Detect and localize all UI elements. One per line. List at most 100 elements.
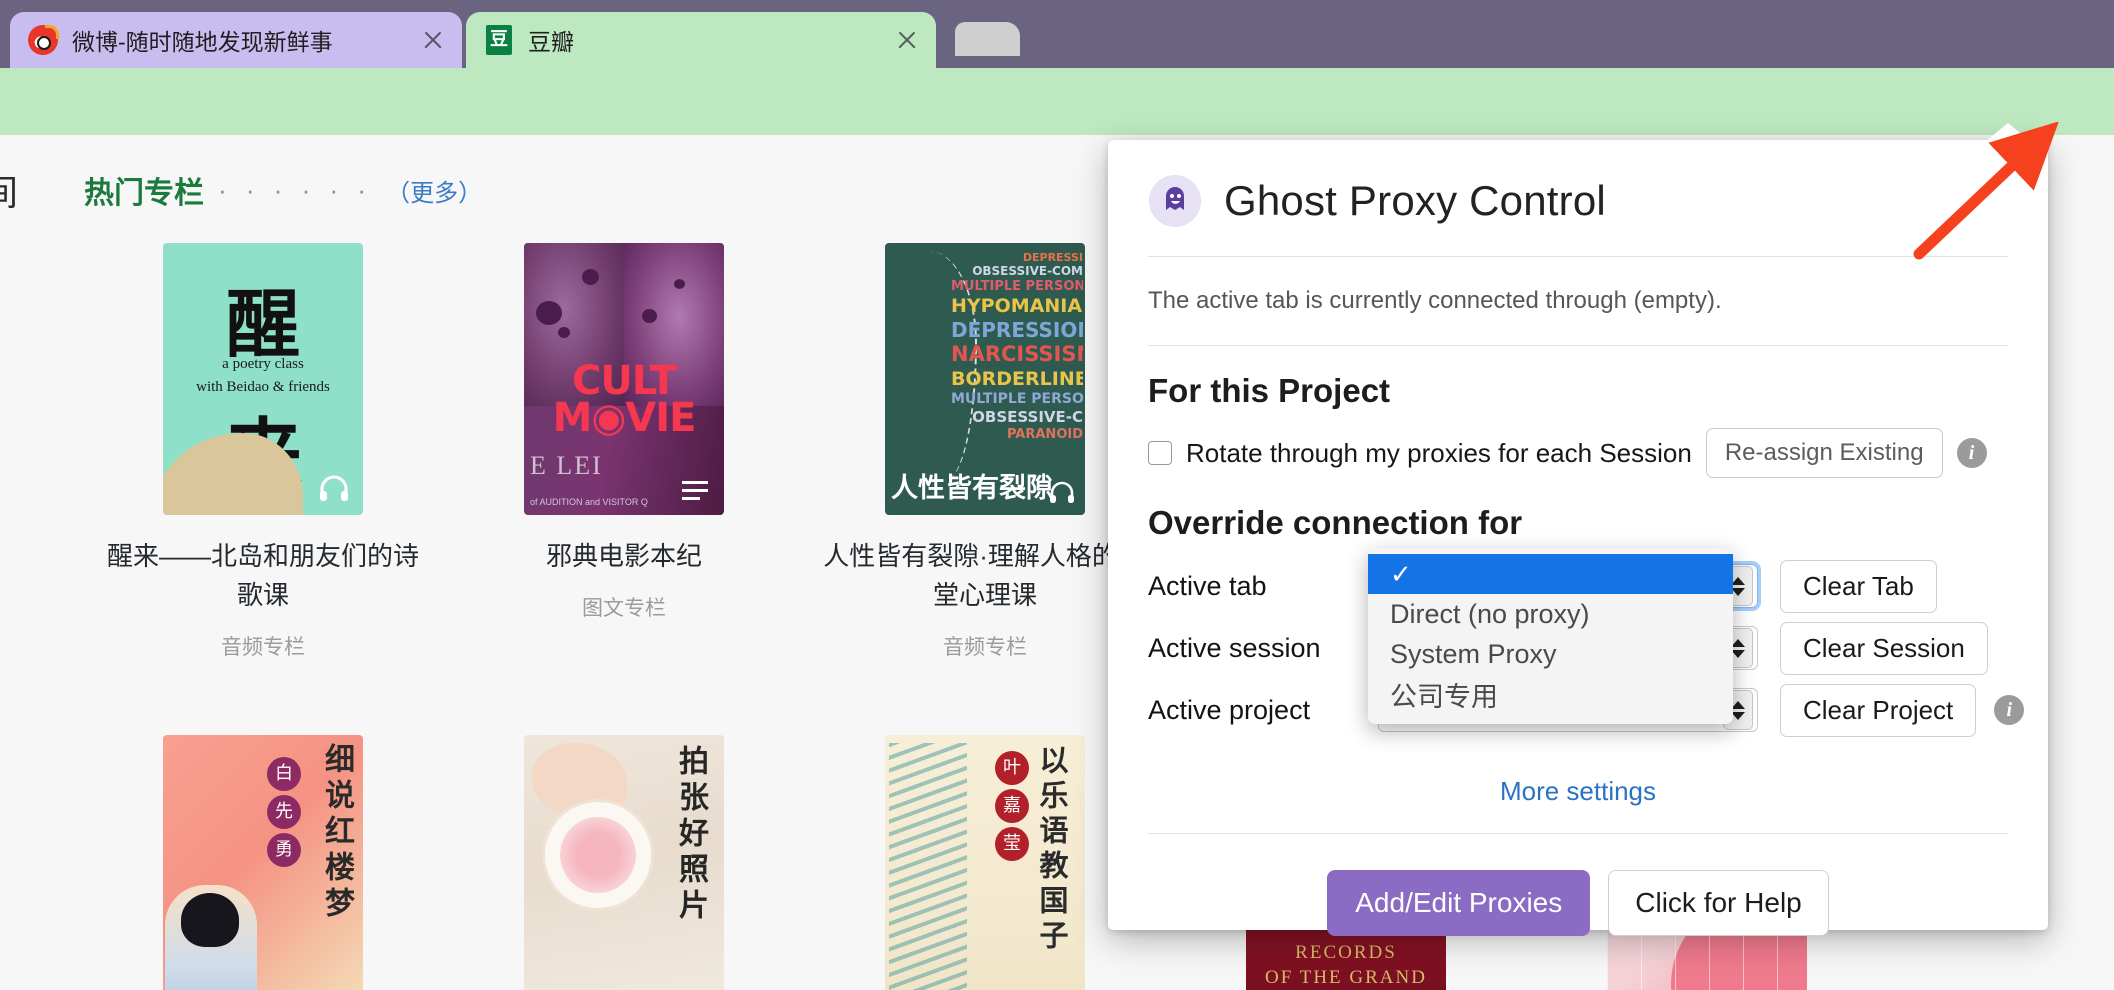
dots-separator: · · · · · · <box>218 174 373 205</box>
artwork-wordcloud-item: NARCISSISMH <box>951 342 1083 367</box>
add-edit-proxies-button[interactable]: Add/Edit Proxies <box>1327 870 1591 936</box>
card-item[interactable]: 醒 a poetry class with Beidao & friends 来… <box>98 243 428 661</box>
seal-char: 先 <box>267 795 301 829</box>
divider <box>1148 345 2008 346</box>
seal-char: 莹 <box>995 827 1029 861</box>
artwork-records-line2: OF THE GRAND <box>1265 966 1427 988</box>
clear-session-button[interactable]: Clear Session <box>1780 621 1988 675</box>
artwork-wordcloud-item: MULTIPLE PERSONA <box>951 391 1083 408</box>
artwork-records-line1: RECORDS <box>1295 942 1397 963</box>
dropdown-option[interactable]: Direct (no proxy) <box>1368 594 1733 634</box>
more-settings-link[interactable]: More settings <box>1148 776 2008 807</box>
artwork-seal-group: 叶 嘉 莹 <box>995 751 1029 861</box>
card-artwork: CULT M◉VIE E LEI of AUDITION and VISITOR… <box>524 243 724 515</box>
artwork-wordcloud-item: OBSESSIVE-COM <box>972 264 1083 279</box>
popup-action-buttons: Add/Edit Proxies Click for Help <box>1148 870 2008 936</box>
rotate-proxies-label: Rotate through my proxies for each Sessi… <box>1186 437 1692 468</box>
artwork-eng-line1: a poetry class <box>222 356 304 372</box>
partial-nav-text: 间 <box>0 172 19 213</box>
weibo-icon <box>28 25 59 55</box>
override-section-heading: Override connection for <box>1148 504 1523 541</box>
project-section-heading: For this Project <box>1148 372 1391 409</box>
artwork-wordcloud-item: BORDERLINE A <box>951 368 1083 391</box>
dropdown-option-label: System Proxy <box>1390 638 1557 669</box>
info-icon[interactable]: i <box>1956 438 1987 468</box>
red-arrow-annotation-icon <box>1913 122 2059 260</box>
artwork-cn-title: 人性皆有裂隙 <box>891 473 1053 504</box>
clear-tab-button[interactable]: Clear Tab <box>1780 559 1937 613</box>
card-subtitle: 音频专栏 <box>221 636 305 659</box>
artwork-title-line2: M◉VIE <box>552 394 697 441</box>
browser-toolbar: ouban.com <box>0 68 2114 196</box>
douban-icon: 豆 <box>484 25 514 55</box>
artwork-wordcloud-item: PARANOID <box>1006 426 1083 442</box>
artwork-wordcloud-item: OBSESSIVE-C <box>972 408 1083 427</box>
tab-douban-title: 豆瓣 <box>528 29 574 55</box>
card-artwork: 以乐语教国子 叶 嘉 莹 <box>885 735 1085 990</box>
artwork-seal-group: 白 先 勇 <box>267 757 301 867</box>
dropdown-option[interactable]: ✓ <box>1368 554 1733 594</box>
tab-weibo-title: 微博-随时随地发现新鲜事 <box>72 29 333 55</box>
check-icon: ✓ <box>1390 558 1412 589</box>
card-subtitle: 图文专栏 <box>582 597 666 620</box>
dropdown-option-label: Direct (no proxy) <box>1390 598 1590 629</box>
more-link[interactable]: （更多） <box>386 173 482 208</box>
card-item[interactable]: CULT M◉VIE E LEI of AUDITION and VISITOR… <box>459 243 789 661</box>
text-lines-icon <box>682 481 708 500</box>
tab-douban[interactable]: 豆 豆瓣 <box>466 12 936 68</box>
card-subtitle: 音频专栏 <box>943 636 1027 659</box>
card-item[interactable]: 拍张好照片 <box>459 735 789 990</box>
artwork-title: CULT M◉VIE <box>524 361 724 438</box>
seal-char: 叶 <box>995 751 1029 785</box>
card-item[interactable]: DEPRESSIOBSESSIVE-COMMULTIPLE PERSONALIT… <box>820 243 1150 661</box>
artwork-sub: E LEI <box>530 451 603 480</box>
card-artwork: 醒 a poetry class with Beidao & friends 来 <box>163 243 363 515</box>
card-artwork: 拍张好照片 <box>524 735 724 990</box>
section-title: 热门专栏 <box>84 177 204 210</box>
artwork-vertical-title: 以乐语教国子 <box>1035 745 1069 955</box>
seal-char: 白 <box>267 757 301 791</box>
artwork-credits: of AUDITION and VISITOR Q <box>530 497 648 507</box>
override-label-active-tab: Active tab <box>1148 570 1267 601</box>
ghost-swirl-icon <box>1148 174 1202 228</box>
card-title: 醒来——北岛和朋友们的诗歌课 <box>106 541 419 610</box>
card-item[interactable]: 以乐语教国子 叶 嘉 莹 <box>820 735 1150 990</box>
seal-char: 勇 <box>267 833 301 867</box>
dropdown-option[interactable]: System Proxy <box>1368 634 1733 674</box>
connection-status-text: The active tab is currently connected th… <box>1148 287 1722 314</box>
tab-weibo-close-icon[interactable] <box>420 27 446 53</box>
tab-weibo[interactable]: 微博-随时随地发现新鲜事 <box>10 12 462 68</box>
artwork-records-text: RECORDS OF THE GRAND <box>1246 941 1446 990</box>
tab-douban-close-icon[interactable] <box>894 27 920 53</box>
headphones-icon <box>1050 481 1074 503</box>
tab-strip: 微博-随时随地发现新鲜事 豆 豆瓣 <box>0 0 2114 68</box>
rotate-proxies-row: Rotate through my proxies for each Sessi… <box>1148 428 2008 478</box>
popup-header: Ghost Proxy Control <box>1148 166 2008 256</box>
artwork-vertical-title: 拍张好照片 <box>673 745 708 925</box>
artwork-wordcloud-item: DEPRESSION P <box>951 318 1083 343</box>
artwork-eng: a poetry class with Beidao & friends <box>163 353 363 398</box>
card-item[interactable]: 细说红楼梦 白 先 勇 <box>98 735 428 990</box>
artwork-wordcloud-item: HYPOMANIA AN <box>951 294 1083 317</box>
divider <box>1148 833 2008 834</box>
artwork-wordcloud: DEPRESSIOBSESSIVE-COMMULTIPLE PERSONALIT… <box>951 251 1083 442</box>
tab-blank[interactable] <box>955 22 1020 56</box>
dropdown-option[interactable]: 公司专用 <box>1368 674 1733 714</box>
click-for-help-button[interactable]: Click for Help <box>1608 870 1829 936</box>
card-title: 邪典电影本纪 <box>545 541 702 571</box>
card-artwork: 细说红楼梦 白 先 勇 <box>163 735 363 990</box>
popup-title: Ghost Proxy Control <box>1224 177 1606 224</box>
dropdown-option-label: 公司专用 <box>1390 681 1498 712</box>
artwork-wordcloud-item: DEPRESSI <box>1022 251 1083 264</box>
card-title: 人性皆有裂隙·理解人格的52堂心理课 <box>823 541 1147 610</box>
browser-window: 微博-随时随地发现新鲜事 豆 豆瓣 ouban.com <box>0 0 2114 990</box>
reassign-existing-button[interactable]: Re-assign Existing <box>1705 428 1943 478</box>
proxy-dropdown-list[interactable]: ✓ Direct (no proxy) System Proxy 公司专用 <box>1368 548 1733 724</box>
rotate-proxies-checkbox[interactable] <box>1148 441 1172 465</box>
headphones-icon <box>320 475 348 501</box>
clear-project-button[interactable]: Clear Project <box>1780 683 1977 737</box>
info-icon[interactable]: i <box>1994 695 2025 725</box>
artwork-wordcloud-item: MULTIPLE PERSONALIT <box>951 279 1083 295</box>
artwork-vertical-title: 细说红楼梦 <box>319 743 354 923</box>
card-artwork: DEPRESSIOBSESSIVE-COMMULTIPLE PERSONALIT… <box>885 243 1085 515</box>
